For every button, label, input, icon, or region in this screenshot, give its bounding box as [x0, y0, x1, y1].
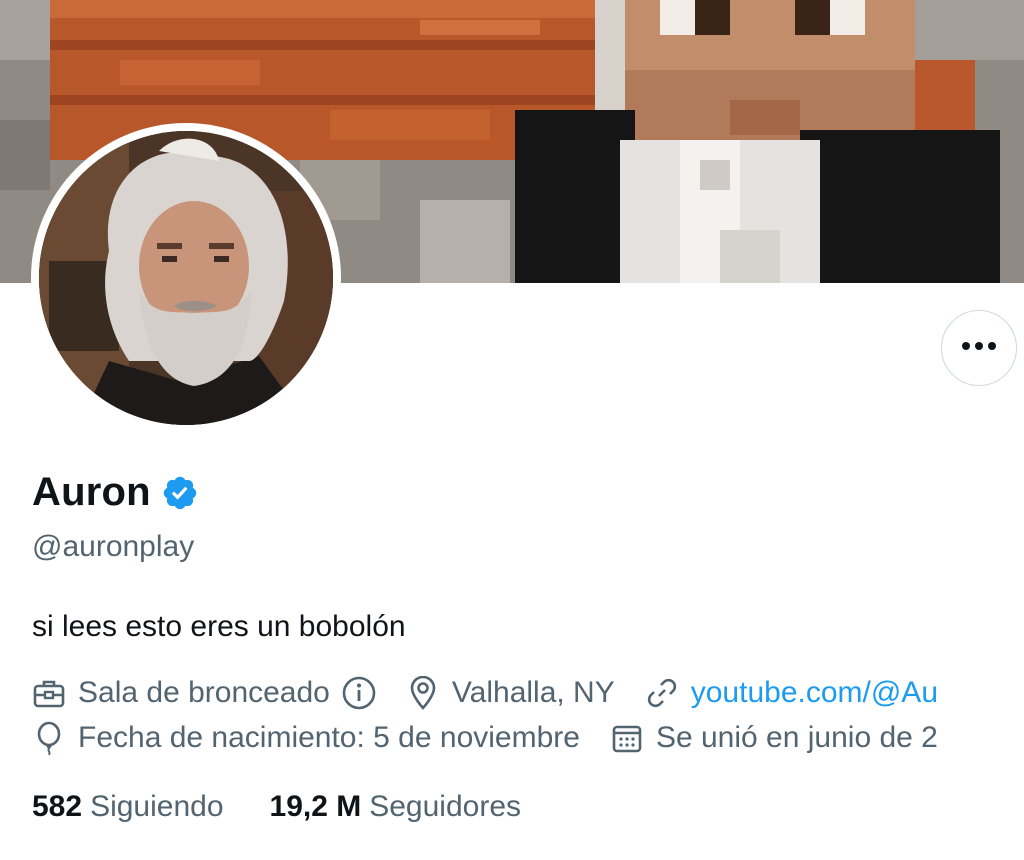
location-item: Valhalla, NY	[406, 676, 615, 710]
followers-stat[interactable]: 19,2 M Seguidores	[270, 790, 522, 824]
display-name: Auron	[32, 470, 151, 514]
followers-label: Seguidores	[369, 790, 522, 823]
more-options-icon	[959, 339, 999, 357]
birthday-item: Fecha de nacimiento: 5 de noviembre	[32, 721, 580, 755]
info-icon[interactable]	[342, 676, 376, 710]
profile-meta-row-1: Sala de bronceado Valhalla, NY youtube.c…	[32, 676, 968, 710]
following-count: 582	[32, 790, 83, 823]
calendar-icon	[610, 721, 644, 755]
location-pin-icon	[406, 676, 440, 710]
joined-text: Se unió en junio de 2	[655, 721, 938, 754]
more-options-button[interactable]	[941, 310, 1017, 386]
website-item[interactable]: youtube.com/@Au	[645, 676, 938, 710]
profile-name-row: Auron	[32, 470, 199, 515]
profile-stats: 582 Siguiendo 19,2 M Seguidores	[32, 790, 567, 824]
link-icon	[645, 676, 679, 710]
avatar-photo	[39, 131, 333, 425]
website-link[interactable]: youtube.com/@Au	[691, 676, 938, 710]
profession-text: Sala de bronceado	[78, 676, 330, 709]
profile-meta-row-2: Fecha de nacimiento: 5 de noviembre Se u…	[32, 721, 968, 755]
balloon-icon	[32, 721, 66, 755]
joined-item: Se unió en junio de 2	[610, 721, 938, 755]
verified-badge-icon[interactable]	[161, 474, 199, 512]
birthday-text: Fecha de nacimiento: 5 de noviembre	[78, 721, 580, 754]
following-label: Siguiendo	[90, 790, 224, 823]
profile-handle: @auronplay	[32, 530, 195, 563]
location-text: Valhalla, NY	[451, 676, 615, 709]
following-stat[interactable]: 582 Siguiendo	[32, 790, 224, 824]
followers-count: 19,2 M	[269, 790, 362, 823]
profile-bio: si lees esto eres un bobolón	[32, 610, 406, 643]
profession-item: Sala de bronceado	[32, 676, 376, 710]
profile-avatar[interactable]	[31, 123, 341, 433]
briefcase-icon	[32, 676, 66, 710]
